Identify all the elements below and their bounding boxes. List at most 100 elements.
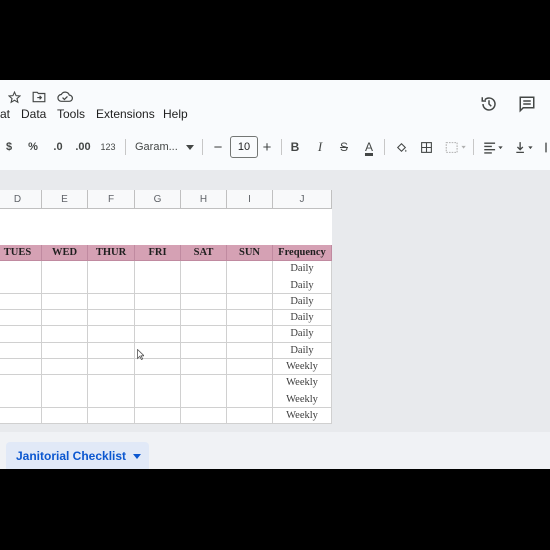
currency-format-button[interactable]: $ [2,132,16,162]
table-cell[interactable] [88,407,135,425]
star-icon[interactable] [7,90,21,104]
table-cell[interactable] [42,309,88,327]
sheet-grid[interactable]: DEFGHIJ TUES WED THUR FRI SAT SUN Frequency Dai… [0,170,550,432]
table-cell[interactable] [88,326,135,343]
table-cell[interactable] [135,261,181,278]
frequency-cell[interactable]: Daily [273,277,332,294]
table-cell[interactable] [135,391,181,408]
table-cell[interactable] [181,358,227,376]
table-cell[interactable] [135,375,181,392]
bold-button[interactable]: B [288,132,302,162]
table-cell[interactable] [42,326,88,343]
table-cell[interactable] [0,375,42,392]
table-cell[interactable] [181,407,227,425]
column-header[interactable]: G [135,190,181,209]
menu-data[interactable]: Data [21,107,46,121]
table-cell[interactable] [88,277,135,294]
number-format-button[interactable]: 123 [99,132,117,162]
table-header-cell[interactable]: WED [42,245,88,261]
table-cell[interactable] [227,293,273,311]
column-header[interactable]: H [181,190,227,209]
table-cell[interactable] [88,375,135,392]
table-header-cell[interactable]: TUES [0,245,42,261]
table-cell[interactable] [135,358,181,376]
version-history-icon[interactable] [479,94,499,114]
table-cell[interactable] [88,293,135,311]
table-cell[interactable] [0,309,42,327]
table-cell[interactable] [227,342,273,360]
table-cell[interactable] [88,309,135,327]
borders-icon[interactable] [419,140,433,154]
font-family-select[interactable]: Garam... [135,132,181,162]
table-cell[interactable] [88,391,135,408]
horizontal-align-icon[interactable] [482,140,506,154]
table-cell[interactable] [42,375,88,392]
table-cell[interactable] [42,358,88,376]
frequency-cell[interactable]: Daily [273,326,332,343]
table-cell[interactable] [135,277,181,294]
text-color-button[interactable]: A [361,132,377,162]
strikethrough-button[interactable]: S [337,132,351,162]
table-cell[interactable] [135,407,181,425]
menu-extensions[interactable]: Extensions [96,107,155,121]
table-cell[interactable] [42,342,88,360]
table-cell[interactable] [181,326,227,343]
cloud-status-icon[interactable] [56,90,74,104]
comments-icon[interactable] [517,94,537,114]
table-cell[interactable] [227,358,273,376]
table-cell[interactable] [135,293,181,311]
table-cell[interactable] [227,277,273,294]
table-cell[interactable] [0,407,42,425]
table-cell[interactable] [181,277,227,294]
table-cell[interactable] [181,342,227,360]
table-cell[interactable] [88,342,135,360]
table-cell[interactable] [0,261,42,278]
table-cell[interactable] [88,261,135,278]
column-header[interactable]: E [42,190,88,209]
table-header-cell[interactable]: SUN [227,245,273,261]
decrease-font-size-button[interactable]: − [211,132,225,162]
percent-format-button[interactable]: % [26,132,40,162]
table-cell[interactable] [42,407,88,425]
column-header[interactable]: D [0,190,42,209]
frequency-cell[interactable]: Weekly [273,407,332,425]
table-cell[interactable] [227,309,273,327]
table-cell[interactable] [181,375,227,392]
table-cell[interactable] [42,277,88,294]
table-cell[interactable] [0,293,42,311]
table-cell[interactable] [181,309,227,327]
table-cell[interactable] [0,358,42,376]
table-cell[interactable] [42,261,88,278]
table-cell[interactable] [42,293,88,311]
frequency-cell[interactable]: Weekly [273,391,332,408]
frequency-cell[interactable]: Daily [273,261,332,278]
frequency-cell[interactable]: Daily [273,309,332,327]
vertical-align-icon[interactable] [514,140,536,154]
font-size-input[interactable]: 10 [230,136,258,158]
frequency-cell[interactable]: Daily [273,342,332,360]
table-cell[interactable] [227,391,273,408]
table-cell[interactable] [88,358,135,376]
table-cell[interactable] [0,326,42,343]
table-cell[interactable] [0,277,42,294]
table-cell[interactable] [181,261,227,278]
table-cell[interactable] [227,326,273,343]
table-cell[interactable] [135,326,181,343]
column-header[interactable]: F [88,190,135,209]
decrease-decimal-button[interactable]: .0 [50,132,66,162]
frequency-cell[interactable]: Daily [273,293,332,311]
menu-help[interactable]: Help [163,107,188,121]
text-wrap-icon[interactable] [542,140,550,154]
chevron-down-icon[interactable] [133,453,141,459]
merge-cells-icon[interactable] [445,140,467,154]
menu-tools[interactable]: Tools [57,107,85,121]
sheet-tab-janitorial-checklist[interactable]: Janitorial Checklist [6,442,149,469]
column-header[interactable]: I [227,190,273,209]
table-header-cell[interactable]: FRI [135,245,181,261]
increase-decimal-button[interactable]: .00 [74,132,92,162]
menu-format[interactable]: at [0,107,10,121]
table-cell[interactable] [0,391,42,408]
table-cell[interactable] [181,293,227,311]
table-cell[interactable] [0,342,42,360]
column-header[interactable]: J [273,190,332,209]
